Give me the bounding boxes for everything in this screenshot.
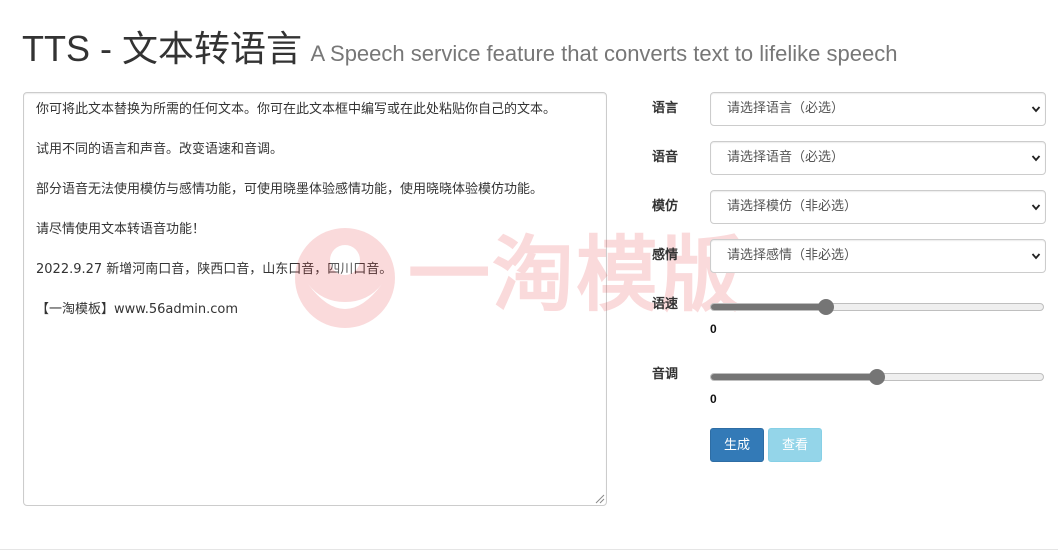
pitch-slider-thumb[interactable] (869, 369, 885, 385)
style-select[interactable]: 请选择模仿（非必选） (710, 190, 1046, 224)
voice-select[interactable]: 请选择语音（必选） (710, 141, 1046, 175)
language-select[interactable]: 请选择语言（必选） (710, 92, 1046, 126)
pitch-slider-fill (711, 374, 877, 380)
page-title: TTS - 文本转语言 (22, 28, 302, 69)
language-select-value: 请选择语言（必选） (727, 101, 845, 116)
style-label: 模仿 (652, 199, 679, 214)
emotion-label: 感情 (652, 248, 679, 263)
emotion-select-value: 请选择感情（非必选） (727, 248, 858, 263)
chevron-down-icon (1031, 106, 1041, 113)
pitch-label: 音调 (652, 367, 679, 382)
generate-button[interactable]: 生成 (710, 428, 764, 462)
chevron-down-icon (1031, 204, 1041, 211)
text-input-area[interactable] (24, 93, 606, 505)
rate-label: 语速 (652, 297, 679, 312)
voice-label: 语音 (652, 150, 679, 165)
rate-value: 0 (710, 322, 717, 336)
chevron-down-icon (1031, 155, 1041, 162)
rate-slider-thumb[interactable] (818, 299, 835, 315)
page-subtitle: A Speech service feature that converts t… (310, 41, 898, 66)
style-select-value: 请选择模仿（非必选） (727, 199, 858, 214)
tts-page: TTS - 文本转语言 A Speech service feature tha… (0, 0, 1058, 554)
rate-slider-track[interactable] (710, 303, 1044, 311)
footer-divider (0, 549, 1058, 550)
resize-handle-icon[interactable] (595, 494, 605, 504)
language-label: 语言 (652, 101, 679, 116)
emotion-select[interactable]: 请选择感情（非必选） (710, 239, 1046, 273)
rate-slider-fill (711, 304, 824, 310)
chevron-down-icon (1031, 253, 1041, 260)
text-editor-frame (23, 92, 607, 506)
page-header: TTS - 文本转语言 A Speech service feature tha… (22, 20, 897, 72)
voice-select-value: 请选择语音（必选） (727, 150, 845, 165)
view-button[interactable]: 查看 (768, 428, 822, 462)
pitch-value: 0 (710, 392, 717, 406)
